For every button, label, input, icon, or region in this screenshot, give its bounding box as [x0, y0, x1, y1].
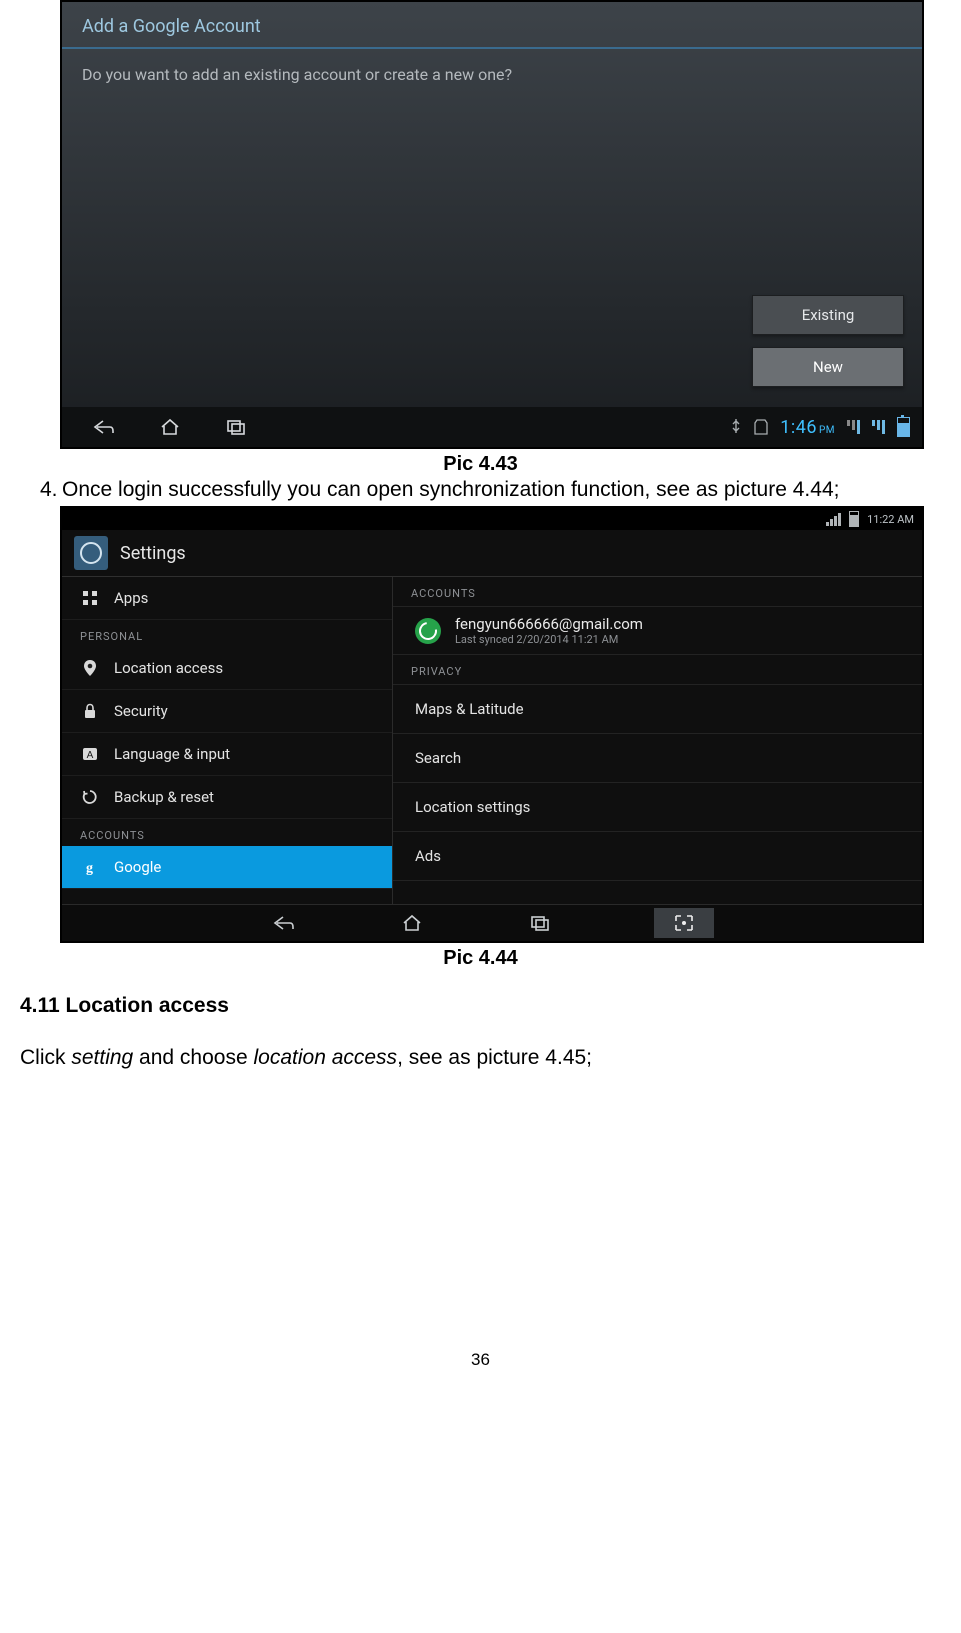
reset-icon — [80, 787, 100, 807]
clock-text: 1:46PM — [780, 417, 835, 438]
home-icon[interactable] — [158, 415, 182, 439]
signal-icon — [847, 420, 860, 434]
account-sync-text: Last synced 2/20/2014 11:21 AM — [455, 633, 643, 646]
category-personal: PERSONAL — [62, 620, 392, 647]
sd-card-icon — [754, 419, 768, 435]
google-icon: g — [80, 857, 100, 877]
svg-text:A: A — [87, 750, 94, 761]
caption-pic-443: Pic 4.43 — [20, 453, 941, 476]
status-bar: 11:22 AM — [62, 508, 922, 530]
section-heading-411: 4.11 Location access — [20, 994, 941, 1018]
battery-icon — [897, 417, 910, 437]
back-icon[interactable] — [92, 415, 116, 439]
body-paragraph: Click setting and choose location access… — [20, 1046, 941, 1070]
account-entry[interactable]: fengyun666666@gmail.com Last synced 2/20… — [393, 607, 922, 655]
recent-apps-icon[interactable] — [224, 415, 248, 439]
system-nav-bar — [62, 904, 922, 941]
usb-icon — [730, 418, 742, 436]
sidebar-item-apps[interactable]: Apps — [62, 577, 392, 620]
signal-icon-2 — [872, 420, 885, 434]
home-icon[interactable] — [398, 909, 426, 937]
sidebar-item-language-input[interactable]: A Language & input — [62, 733, 392, 776]
sidebar-item-backup-reset[interactable]: Backup & reset — [62, 776, 392, 819]
dialog-subtitle: Do you want to add an existing account o… — [62, 49, 922, 100]
screenshot-settings-google: 11:22 AM Settings Apps PERSONAL Location… — [60, 506, 924, 943]
lock-icon — [80, 701, 100, 721]
account-email: fengyun666666@gmail.com — [455, 615, 643, 633]
caption-pic-444: Pic 4.44 — [20, 947, 941, 970]
settings-right-pane: ACCOUNTS fengyun666666@gmail.com Last sy… — [393, 577, 922, 904]
right-item-location-settings[interactable]: Location settings — [393, 783, 922, 832]
page-number: 36 — [20, 1350, 941, 1370]
sync-ok-icon — [415, 618, 441, 644]
right-category-accounts: ACCOUNTS — [393, 577, 922, 607]
signal-icon — [826, 513, 841, 526]
sidebar-item-google[interactable]: g Google — [62, 846, 392, 889]
apps-icon — [80, 588, 100, 608]
screenshot-button[interactable] — [654, 908, 714, 938]
header-title: Settings — [120, 543, 186, 564]
back-icon[interactable] — [270, 909, 298, 937]
battery-icon — [849, 511, 859, 527]
right-category-privacy: PRIVACY — [393, 655, 922, 685]
settings-header: Settings — [62, 530, 922, 577]
right-item-search[interactable]: Search — [393, 734, 922, 783]
svg-text:g: g — [86, 861, 93, 875]
sidebar-item-security[interactable]: Security — [62, 690, 392, 733]
list-item-4: 4.Once login successfully you can open s… — [40, 478, 941, 502]
dialog-buttons: Existing New — [752, 295, 904, 387]
dialog-title: Add a Google Account — [62, 2, 922, 49]
right-item-ads[interactable]: Ads — [393, 832, 922, 881]
sidebar-item-add-account[interactable]: Add account — [62, 889, 392, 904]
settings-left-pane: Apps PERSONAL Location access Security A… — [62, 577, 393, 904]
recent-apps-icon[interactable] — [526, 909, 554, 937]
settings-app-icon — [74, 536, 108, 570]
system-nav-bar: 1:46PM — [62, 407, 922, 447]
plus-icon — [80, 900, 100, 904]
new-button[interactable]: New — [752, 347, 904, 387]
category-accounts: ACCOUNTS — [62, 819, 392, 846]
location-icon — [80, 658, 100, 678]
sidebar-item-location-access[interactable]: Location access — [62, 647, 392, 690]
language-icon: A — [80, 744, 100, 764]
right-item-maps-latitude[interactable]: Maps & Latitude — [393, 685, 922, 734]
existing-button[interactable]: Existing — [752, 295, 904, 335]
status-time: 11:22 AM — [867, 513, 914, 526]
screenshot-add-google-account: Add a Google Account Do you want to add … — [60, 0, 924, 449]
